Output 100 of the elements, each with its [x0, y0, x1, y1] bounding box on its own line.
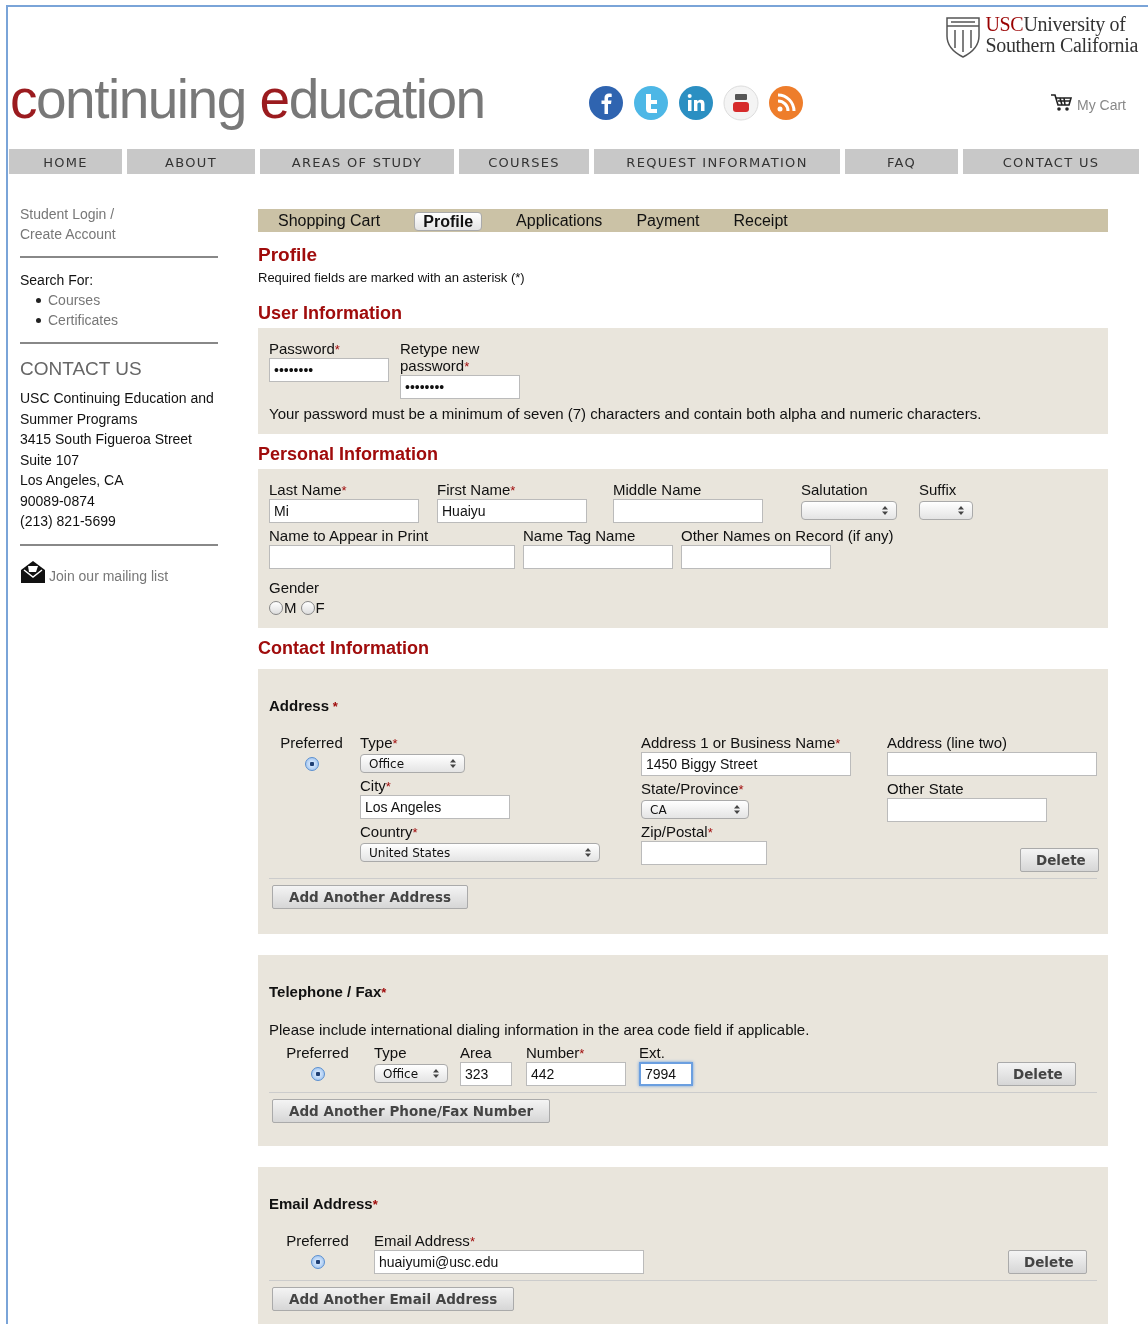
- delete-button[interactable]: Delete: [1020, 848, 1099, 872]
- contact-line: Summer Programs: [20, 409, 139, 429]
- add-phone-button[interactable]: Add Another Phone/Fax Number: [272, 1099, 551, 1123]
- input-field[interactable]: Los Angeles: [360, 795, 510, 819]
- field-label: Ext.: [639, 1044, 666, 1061]
- up-down-arrows-icon: [958, 506, 964, 515]
- select-dropdown[interactable]: United States: [360, 843, 600, 862]
- step-tab[interactable]: Receipt: [733, 211, 788, 230]
- mailing-list-link[interactable]: Join our mailing list: [49, 567, 169, 584]
- step-tab[interactable]: Shopping Cart: [278, 211, 381, 230]
- field-label: State/Province*: [641, 780, 745, 797]
- field-label: Preferred: [286, 1232, 349, 1249]
- delete-button[interactable]: Delete: [1008, 1250, 1087, 1274]
- input-field[interactable]: huaiyumi@usc.edu: [374, 1250, 644, 1274]
- step-tab[interactable]: Applications: [516, 211, 603, 230]
- input-field[interactable]: [887, 752, 1097, 776]
- seal-icon: [945, 14, 982, 58]
- delete-button[interactable]: Delete: [997, 1062, 1076, 1086]
- radio-button[interactable]: [310, 1067, 325, 1081]
- nav-item[interactable]: AREAS OF STUDY: [260, 149, 454, 174]
- input-field[interactable]: ••••••••: [269, 358, 389, 382]
- subsection-title: Address *: [269, 697, 339, 714]
- contact-line: USC Continuing Education and: [20, 389, 215, 408]
- field-label: Salutation: [801, 481, 869, 498]
- select-dropdown[interactable]: [919, 501, 973, 520]
- section-title: Contact Information: [258, 638, 430, 659]
- login-link[interactable]: Student Login / Create Account: [20, 204, 130, 244]
- radio-button[interactable]: [304, 757, 319, 771]
- bullet-icon: [36, 297, 41, 303]
- search-link[interactable]: Courses: [48, 292, 101, 308]
- select-dropdown[interactable]: Office: [360, 754, 465, 773]
- input-field[interactable]: [887, 798, 1047, 822]
- input-field[interactable]: Huaiyu: [437, 499, 587, 523]
- up-down-arrows-icon: [734, 805, 740, 814]
- input-field[interactable]: 323: [460, 1062, 512, 1086]
- select-dropdown[interactable]: [801, 501, 897, 520]
- required-note: Required fields are marked with an asterisk (*): [258, 270, 526, 285]
- nav-item[interactable]: HOME: [9, 149, 122, 174]
- bullet-icon: [36, 317, 41, 323]
- nav-item[interactable]: ABOUT: [127, 149, 255, 174]
- input-field[interactable]: [641, 841, 767, 865]
- contact-line: (213) 821-5699: [20, 512, 117, 531]
- nav-item[interactable]: FAQ: [845, 149, 958, 174]
- up-down-arrows-icon: [585, 848, 591, 857]
- up-down-arrows-icon: [450, 759, 456, 768]
- input-field[interactable]: 1450 Biggy Street: [641, 752, 851, 776]
- input-field[interactable]: [523, 545, 673, 569]
- field-label: Middle Name: [613, 481, 703, 498]
- contact-line: 90089-0874: [20, 491, 96, 511]
- contact-line: Los Angeles, CA: [20, 471, 125, 490]
- youtube-icon[interactable]: [723, 85, 759, 121]
- facebook-icon[interactable]: [588, 85, 624, 121]
- field-label: Address 1 or Business Name*: [641, 734, 842, 751]
- input-field[interactable]: [613, 499, 763, 523]
- input-field[interactable]: Mi: [269, 499, 419, 523]
- field-label: Type*: [360, 734, 399, 751]
- input-field[interactable]: [681, 545, 831, 569]
- page-title: Profile: [258, 244, 319, 266]
- radio-button[interactable]: [269, 600, 283, 615]
- site-logo: continuing education: [10, 67, 486, 132]
- twitter-icon[interactable]: [633, 85, 669, 121]
- input-field[interactable]: ••••••••: [400, 375, 520, 399]
- add-email-button[interactable]: Add Another Email Address: [272, 1287, 515, 1311]
- radio-label: F: [315, 599, 325, 616]
- step-tab[interactable]: Payment: [636, 211, 700, 230]
- radio-label: M: [284, 599, 297, 616]
- radio-button[interactable]: [300, 600, 315, 615]
- field-label: Preferred: [280, 734, 343, 751]
- section-title: User Information: [258, 303, 404, 324]
- field-label: Name Tag Name: [523, 527, 637, 544]
- field-label: Preferred: [286, 1044, 349, 1061]
- field-label: Other State: [887, 780, 965, 797]
- password-hint: Your password must be a minimum of seven (7) characters and contain both alpha and numeric characters.: [269, 405, 983, 422]
- university-name: USCUniversity of Southern California: [985, 14, 1138, 56]
- field-label: Country*: [360, 823, 419, 840]
- radio-button[interactable]: [310, 1255, 325, 1269]
- field-label: Email Address*: [374, 1232, 476, 1249]
- search-label: Search For:: [20, 272, 95, 288]
- rss-icon[interactable]: [768, 85, 804, 121]
- field-label: Gender: [269, 579, 321, 596]
- field-label: Name to Appear in Print: [269, 527, 430, 544]
- linkedin-icon[interactable]: [678, 85, 714, 121]
- select-dropdown[interactable]: CA: [641, 800, 749, 819]
- contact-line: Suite 107: [20, 450, 81, 470]
- subsection-title: Telephone / Fax*: [269, 983, 388, 1000]
- nav-item[interactable]: COURSES: [459, 149, 589, 174]
- nav-item[interactable]: CONTACT US: [963, 149, 1139, 174]
- input-field[interactable]: 442: [526, 1062, 626, 1086]
- nav-item[interactable]: REQUEST INFORMATION: [594, 149, 840, 174]
- field-label: City*: [360, 777, 392, 794]
- input-field[interactable]: [269, 545, 515, 569]
- step-tab[interactable]: Profile: [414, 212, 483, 231]
- field-label: Type: [374, 1044, 408, 1061]
- field-label: Other Names on Record (if any): [681, 527, 895, 544]
- select-dropdown[interactable]: Office: [374, 1064, 448, 1083]
- cart-link[interactable]: My Cart: [1077, 97, 1126, 113]
- add-address-button[interactable]: Add Another Address: [272, 885, 469, 909]
- input-field[interactable]: 7994: [639, 1062, 693, 1086]
- section-title: Personal Information: [258, 444, 440, 465]
- search-link[interactable]: Certificates: [48, 312, 119, 328]
